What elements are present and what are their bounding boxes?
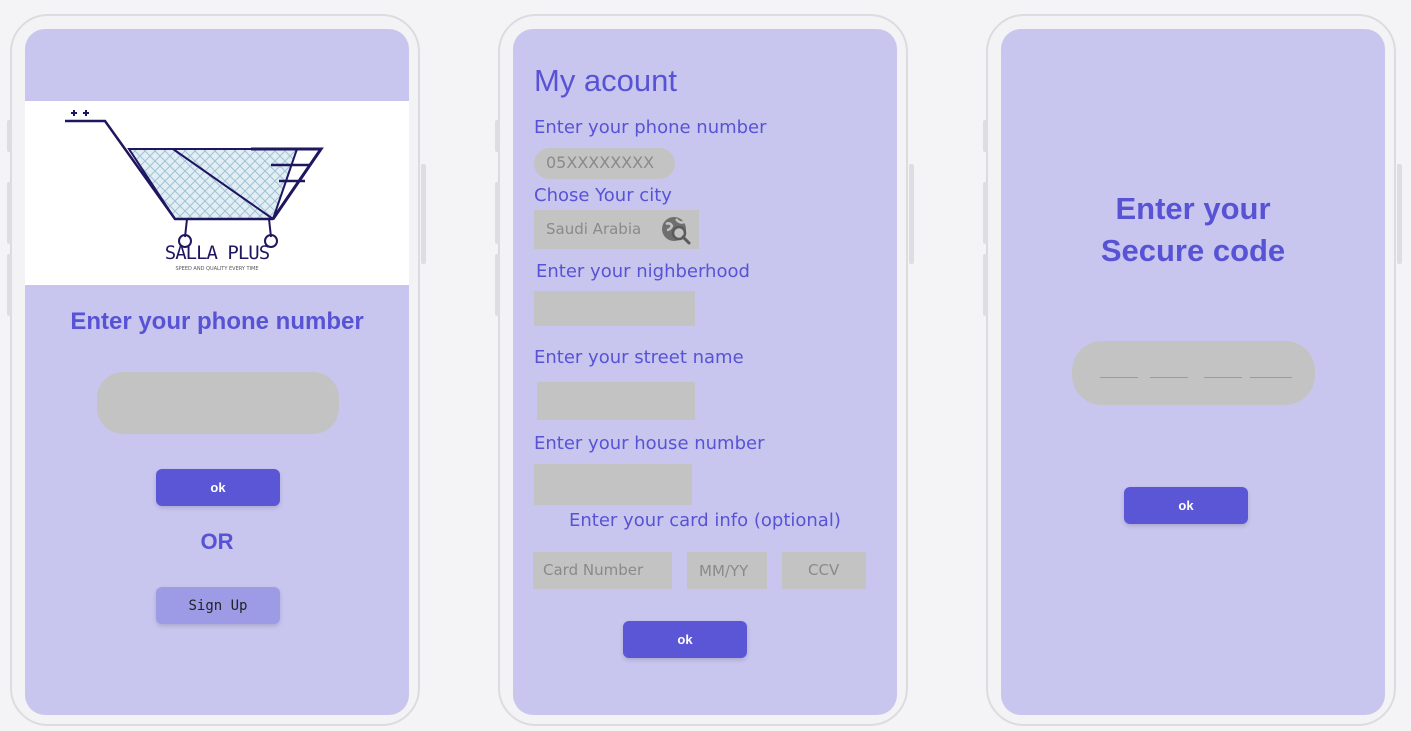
house-number-input[interactable] bbox=[534, 464, 692, 505]
phone-number-label: Enter your phone number bbox=[534, 117, 767, 138]
city-label: Chose Your city bbox=[534, 185, 672, 206]
sign-up-button[interactable]: Sign Up bbox=[156, 587, 280, 624]
phone-number-field[interactable]: 05XXXXXXXX bbox=[534, 148, 675, 179]
phone-side-button bbox=[983, 120, 988, 152]
street-input[interactable] bbox=[537, 382, 695, 420]
ok-button[interactable]: ok bbox=[623, 621, 747, 658]
brand-tagline: SPEED AND QUALITY EVERY TIME bbox=[175, 266, 259, 272]
phone-side-button bbox=[7, 120, 12, 152]
phone-side-button bbox=[983, 254, 988, 316]
neighborhood-input[interactable] bbox=[534, 291, 695, 326]
page-title: My acount bbox=[534, 63, 678, 98]
logo-banner: SALLA PLUS SPEED AND QUALITY EVERY TIME bbox=[25, 101, 409, 285]
city-value: Saudi Arabia bbox=[546, 220, 642, 238]
globe-search-icon[interactable] bbox=[658, 212, 694, 248]
phone-frame-login: SALLA PLUS SPEED AND QUALITY EVERY TIME … bbox=[7, 14, 426, 726]
phone-number-placeholder: 05XXXXXXXX bbox=[546, 153, 655, 172]
login-screen: SALLA PLUS SPEED AND QUALITY EVERY TIME … bbox=[25, 29, 409, 715]
phone-side-button bbox=[421, 164, 426, 264]
brand-name: SALLA PLUS bbox=[164, 242, 270, 264]
phone-side-button bbox=[495, 254, 500, 316]
phone-frame-secure-code: Enter your Secure code ok bbox=[983, 14, 1402, 726]
phone-side-button bbox=[495, 120, 500, 152]
card-info-label: Enter your card info (optional) bbox=[569, 510, 841, 531]
ok-button[interactable]: ok bbox=[156, 469, 280, 506]
code-digit-slot bbox=[1204, 377, 1242, 378]
neighborhood-label: Enter your nighberhood bbox=[536, 261, 750, 282]
expiry-input[interactable]: MM/YY bbox=[687, 552, 767, 589]
house-number-label: Enter your house number bbox=[534, 433, 765, 454]
street-label: Enter your street name bbox=[534, 347, 744, 368]
code-digit-slot bbox=[1250, 377, 1292, 378]
expiry-placeholder: MM/YY bbox=[699, 562, 749, 580]
phone-frame-account: My acount Enter your phone number 05XXXX… bbox=[495, 14, 914, 726]
city-select[interactable]: Saudi Arabia bbox=[534, 210, 699, 249]
phone-side-button bbox=[7, 182, 12, 244]
ok-button[interactable]: ok bbox=[1124, 487, 1248, 524]
phone-side-button bbox=[7, 254, 12, 316]
code-digit-slot bbox=[1100, 377, 1138, 378]
secure-code-input[interactable] bbox=[1072, 341, 1315, 405]
secure-code-title-line2: Secure code bbox=[1100, 233, 1286, 268]
phone-side-button bbox=[495, 182, 500, 244]
ccv-input[interactable]: CCV bbox=[782, 552, 866, 589]
phone-prompt-heading: Enter your phone number bbox=[70, 308, 364, 335]
or-divider-text: OR bbox=[200, 529, 234, 554]
phone-input[interactable] bbox=[97, 372, 339, 434]
account-screen: My acount Enter your phone number 05XXXX… bbox=[513, 29, 897, 715]
ccv-placeholder: CCV bbox=[808, 561, 840, 579]
phone-side-button bbox=[1397, 164, 1402, 264]
card-number-placeholder: Card Number bbox=[543, 561, 644, 579]
phone-side-button bbox=[909, 164, 914, 264]
code-digit-slot bbox=[1150, 377, 1188, 378]
secure-code-screen: Enter your Secure code ok bbox=[1001, 29, 1385, 715]
secure-code-title-line1: Enter your bbox=[1115, 191, 1271, 226]
card-number-input[interactable]: Card Number bbox=[533, 552, 672, 589]
phone-side-button bbox=[983, 182, 988, 244]
